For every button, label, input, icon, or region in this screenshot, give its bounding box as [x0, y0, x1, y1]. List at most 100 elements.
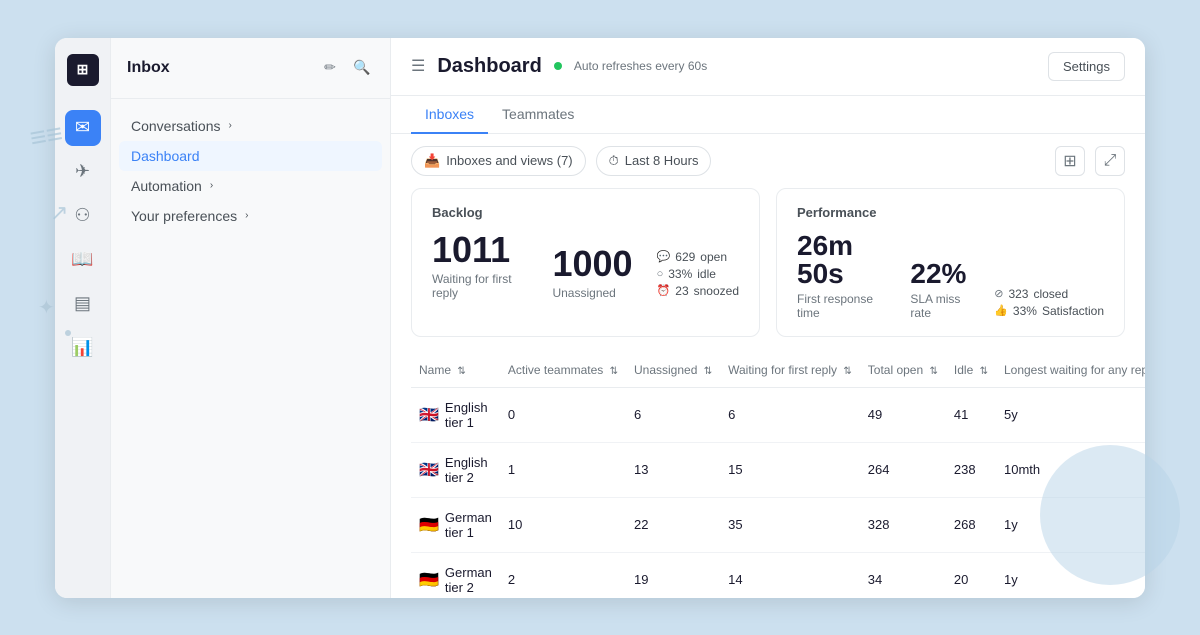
cell-name-1: 🇬🇧 English tier 2	[411, 442, 500, 497]
conversations-chevron: ›	[229, 120, 232, 131]
deco-arrow: ↗	[50, 200, 68, 226]
nav-icon-book[interactable]: 📖	[65, 242, 101, 278]
waiting-label: Waiting for first reply	[432, 272, 528, 300]
inbox-icon: 📥	[424, 153, 440, 169]
sidebar: Inbox ✏ 🔍 Conversations › Dashboard	[111, 38, 391, 598]
cell-longest-0: 5y	[996, 387, 1145, 442]
filters-row: 📥 Inboxes and views (7) ⏱ Last 8 Hours ⊞…	[391, 134, 1145, 188]
deco-lines: ≡≡	[27, 117, 65, 154]
settings-button[interactable]: Settings	[1048, 52, 1125, 81]
table-header: Name ⇅ Active teammates ⇅ Unassigned ⇅	[411, 353, 1145, 388]
open-count: 629	[675, 250, 695, 264]
sort-icon-waiting: ⇅	[843, 366, 851, 377]
hamburger-icon[interactable]: ☰	[411, 56, 425, 76]
inboxes-filter-label: Inboxes and views (7)	[446, 153, 572, 168]
deco-star: ✦	[38, 295, 55, 320]
conversations-label: Conversations	[131, 118, 221, 134]
snoozed-label: snoozed	[694, 284, 739, 298]
cell-teammates-2: 10	[500, 497, 626, 552]
sla-stat: 22% SLA miss rate	[910, 260, 970, 320]
perf-extras: ⊘ 323 closed 👍 33% Satisfaction	[994, 287, 1104, 318]
preferences-chevron: ›	[245, 210, 248, 221]
snoozed-item: ⏰ 23 snoozed	[657, 284, 739, 298]
cell-total-1: 264	[860, 442, 946, 497]
dashboard-label: Dashboard	[131, 148, 200, 164]
compose-icon[interactable]: ✏	[318, 56, 342, 80]
response-time-value: 26m 50s	[797, 232, 886, 288]
auto-refresh-text: Auto refreshes every 60s	[574, 59, 707, 73]
page-title: Dashboard	[437, 55, 541, 78]
nav-icon-people[interactable]: ⚇	[65, 198, 101, 234]
col-waiting[interactable]: Waiting for first reply ⇅	[720, 353, 860, 388]
sort-icon-unassigned: ⇅	[704, 366, 712, 377]
cell-name-2: 🇩🇪 German tier 1	[411, 497, 500, 552]
nav-icon-inbox[interactable]: ✉	[65, 110, 101, 146]
sla-value: 22%	[910, 260, 970, 288]
unassigned-count: 1000	[552, 246, 632, 282]
search-icon[interactable]: 🔍	[350, 56, 374, 80]
backlog-content: 1011 Waiting for first reply 1000 Unassi…	[432, 232, 739, 300]
nav-icon-send[interactable]: ✈	[65, 154, 101, 190]
cell-total-3: 34	[860, 552, 946, 598]
snoozed-icon: ⏰	[657, 284, 671, 297]
time-filter-btn[interactable]: ⏱ Last 8 Hours	[596, 146, 712, 176]
cell-idle-0: 41	[946, 387, 996, 442]
cell-idle-2: 268	[946, 497, 996, 552]
cell-teammates-3: 2	[500, 552, 626, 598]
sidebar-item-dashboard[interactable]: Dashboard	[119, 141, 382, 171]
idle-item: ○ 33% idle	[657, 267, 739, 281]
deco-dot	[65, 330, 71, 336]
tabs-row: Inboxes Teammates	[391, 96, 1145, 134]
nav-icon-notes[interactable]: ▤	[65, 286, 101, 322]
performance-content: 26m 50s First response time 22% SLA miss…	[797, 232, 1104, 320]
response-time-label: First response time	[797, 292, 886, 320]
logo: ⊞	[67, 54, 99, 86]
open-icon: 💬	[657, 250, 671, 263]
status-dot	[554, 62, 562, 70]
idle-icon: ○	[657, 268, 664, 280]
cell-teammates-1: 1	[500, 442, 626, 497]
inboxes-filter-btn[interactable]: 📥 Inboxes and views (7)	[411, 146, 586, 176]
expand-view-btn[interactable]: ⤢	[1095, 146, 1125, 176]
satisfaction-item: 👍 33% Satisfaction	[994, 304, 1104, 318]
col-longest-waiting[interactable]: Longest waiting for any reply ⇅	[996, 353, 1145, 388]
performance-title: Performance	[797, 205, 1104, 220]
sidebar-item-conversations[interactable]: Conversations ›	[119, 111, 382, 141]
automation-chevron: ›	[210, 180, 213, 191]
stats-row: Backlog 1011 Waiting for first reply 100…	[391, 188, 1145, 353]
tab-teammates[interactable]: Teammates	[488, 96, 588, 134]
clock-icon: ⏱	[609, 153, 619, 169]
flag-3: 🇩🇪	[419, 570, 439, 590]
table-body: 🇬🇧 English tier 1 0 6 6 49 41 5y 🇬🇧 Engl…	[411, 387, 1145, 598]
deco-circle	[1040, 445, 1180, 585]
table-section: Name ⇅ Active teammates ⇅ Unassigned ⇅	[391, 353, 1145, 598]
tab-inboxes[interactable]: Inboxes	[411, 96, 488, 134]
col-total-open[interactable]: Total open ⇅	[860, 353, 946, 388]
time-filter-label: Last 8 Hours	[625, 153, 699, 168]
cell-unassigned-3: 19	[626, 552, 720, 598]
grid-view-btn[interactable]: ⊞	[1055, 146, 1085, 176]
closed-item: ⊘ 323 closed	[994, 287, 1104, 301]
sidebar-item-automation[interactable]: Automation ›	[119, 171, 382, 201]
satisfaction-percent: 33%	[1013, 304, 1037, 318]
sidebar-header-icons: ✏ 🔍	[318, 56, 374, 80]
table-row: 🇬🇧 English tier 1 0 6 6 49 41 5y	[411, 387, 1145, 442]
automation-label: Automation	[131, 178, 202, 194]
col-name[interactable]: Name ⇅	[411, 353, 500, 388]
col-idle[interactable]: Idle ⇅	[946, 353, 996, 388]
backlog-card: Backlog 1011 Waiting for first reply 100…	[411, 188, 760, 337]
nav-section: Conversations › Dashboard Automation › Y…	[111, 111, 390, 231]
col-unassigned[interactable]: Unassigned ⇅	[626, 353, 720, 388]
satisfaction-label: Satisfaction	[1042, 304, 1104, 318]
sort-icon-teammates: ⇅	[610, 366, 618, 377]
sidebar-nav: Conversations › Dashboard Automation › Y…	[111, 99, 390, 598]
cell-total-2: 328	[860, 497, 946, 552]
preferences-label: Your preferences	[131, 208, 237, 224]
inboxes-table: Name ⇅ Active teammates ⇅ Unassigned ⇅	[411, 353, 1145, 598]
waiting-stat: 1011 Waiting for first reply	[432, 232, 528, 300]
col-active-teammates[interactable]: Active teammates ⇅	[500, 353, 626, 388]
cell-idle-1: 238	[946, 442, 996, 497]
closed-label: closed	[1033, 287, 1068, 301]
sidebar-item-preferences[interactable]: Your preferences ›	[119, 201, 382, 231]
flag-2: 🇩🇪	[419, 515, 439, 535]
